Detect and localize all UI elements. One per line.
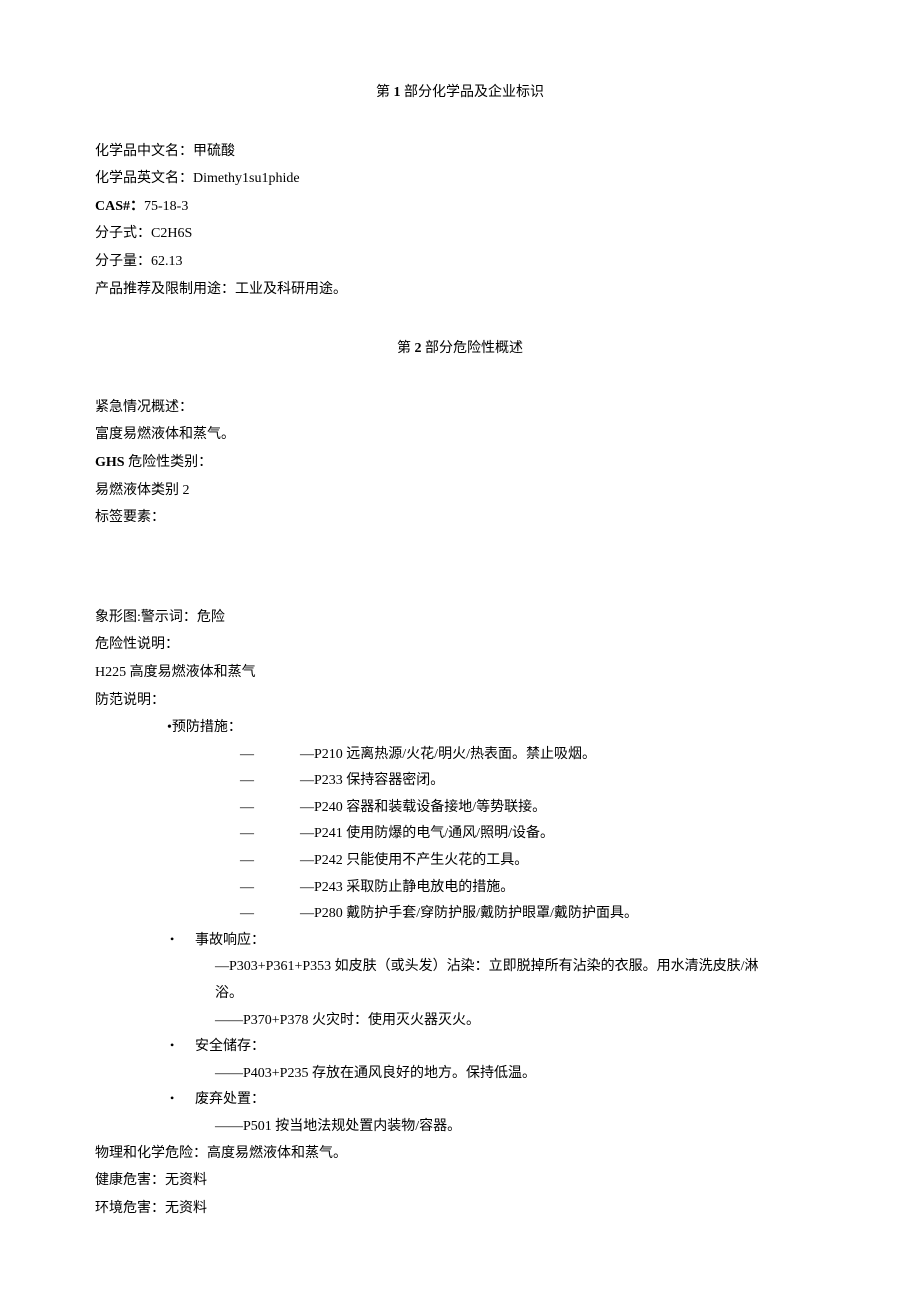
health-line: 健康危害：无资料 bbox=[95, 1168, 825, 1195]
weight-line: 分子量：62.13 bbox=[95, 249, 825, 276]
precaution-label-line: 防范说明： bbox=[95, 688, 825, 715]
p3-text: —P240 容器和装载设备接地/等势联接。 bbox=[300, 795, 546, 822]
signal-label: 警示词： bbox=[141, 610, 197, 625]
response-header: • 事故响应： bbox=[95, 928, 825, 955]
precaution-label: 防范说明： bbox=[95, 693, 165, 708]
section1-title: 第 1 部分化学品及企业标识 bbox=[95, 80, 825, 107]
weight-label: 分子量： bbox=[95, 254, 151, 269]
env-value: 无资料 bbox=[165, 1201, 207, 1216]
usage-value: 工业及科研用途。 bbox=[235, 282, 347, 297]
response-r2: ——P370+P378 火灾时：使用灭火器灭火。 bbox=[95, 1008, 825, 1035]
health-label: 健康危害： bbox=[95, 1173, 165, 1188]
prevention-p6: — —P243 采取防止静电放电的措施。 bbox=[95, 875, 825, 902]
ghs-label-line: GHS 危险性类别： bbox=[95, 450, 825, 477]
storage-value-line: ——P403+P235 存放在通风良好的地方。保持低温。 bbox=[95, 1061, 825, 1088]
response-label: 事故响应： bbox=[195, 928, 265, 955]
storage-value: ——P403+P235 存放在通风良好的地方。保持低温。 bbox=[215, 1066, 536, 1081]
storage-header: • 安全储存： bbox=[95, 1034, 825, 1061]
cn-name-label: 化学品中文名： bbox=[95, 144, 193, 159]
en-name-line: 化学品英文名：Dimethy1su1phide bbox=[95, 166, 825, 193]
r1-cont-text: 浴。 bbox=[215, 986, 243, 1001]
prevention-label: •预防措施： bbox=[167, 720, 242, 735]
signal-value: 危险 bbox=[197, 610, 225, 625]
hazard-value-line: H225 高度易燃液体和蒸气 bbox=[95, 660, 825, 687]
emergency-label-line: 紧急情况概述： bbox=[95, 395, 825, 422]
usage-label: 产品推荐及限制用途： bbox=[95, 282, 235, 297]
disposal-value-line: ——P501 按当地法规处置内装物/容器。 bbox=[95, 1114, 825, 1141]
s1-pre: 第 bbox=[376, 85, 394, 100]
p5-text: —P242 只能使用不产生火花的工具。 bbox=[300, 848, 528, 875]
disposal-value: ——P501 按当地法规处置内装物/容器。 bbox=[215, 1119, 461, 1134]
prevention-p1: — —P210 远离热源/火花/明火/热表面。禁止吸烟。 bbox=[95, 742, 825, 769]
cas-label: CAS#： bbox=[95, 199, 144, 214]
cn-name-value: 甲硫酸 bbox=[193, 144, 235, 159]
dash-icon: — bbox=[240, 795, 300, 822]
dash-icon: — bbox=[240, 742, 300, 769]
response-r1-cont: 浴。 bbox=[95, 981, 825, 1008]
en-name-label: 化学品英文名： bbox=[95, 171, 193, 186]
r1-text: —P303+P361+P353 如皮肤（或头发）沾染：立即脱掉所有沾染的衣服。用… bbox=[215, 959, 759, 974]
p4-text: —P241 使用防爆的电气/通风/照明/设备。 bbox=[300, 821, 554, 848]
formula-label: 分子式： bbox=[95, 226, 151, 241]
prevention-p4: — —P241 使用防爆的电气/通风/照明/设备。 bbox=[95, 821, 825, 848]
cas-line: CAS#：75-18-3 bbox=[95, 194, 825, 221]
ghs-label1: GHS bbox=[95, 455, 125, 470]
prevention-p3: — —P240 容器和装载设备接地/等势联接。 bbox=[95, 795, 825, 822]
s2-post: 部分危险性概述 bbox=[422, 341, 524, 356]
cas-value: 75-18-3 bbox=[144, 199, 188, 214]
weight-value: 62.13 bbox=[151, 254, 183, 269]
bullet-icon: • bbox=[170, 1087, 195, 1114]
formula-value: C2H6S bbox=[151, 226, 192, 241]
emergency-label: 紧急情况概述： bbox=[95, 400, 193, 415]
dash-icon: — bbox=[240, 875, 300, 902]
ghs-label2: 危险性类别： bbox=[125, 455, 213, 470]
bullet-icon: • bbox=[170, 1034, 195, 1061]
dash-icon: — bbox=[240, 821, 300, 848]
dash-icon: — bbox=[240, 901, 300, 928]
s1-num: 1 bbox=[394, 85, 401, 100]
prevention-header: •预防措施： bbox=[95, 715, 825, 742]
response-r1: —P303+P361+P353 如皮肤（或头发）沾染：立即脱掉所有沾染的衣服。用… bbox=[95, 954, 825, 981]
dash-icon: — bbox=[240, 848, 300, 875]
env-line: 环境危害：无资料 bbox=[95, 1196, 825, 1223]
p6-text: —P243 采取防止静电放电的措施。 bbox=[300, 875, 514, 902]
phys-line: 物理和化学危险：高度易燃液体和蒸气。 bbox=[95, 1141, 825, 1168]
prevention-p7: — —P280 戴防护手套/穿防护服/戴防护眼罩/戴防护面具。 bbox=[95, 901, 825, 928]
bullet-icon: • bbox=[170, 928, 195, 955]
health-value: 无资料 bbox=[165, 1173, 207, 1188]
s1-post: 部分化学品及企业标识 bbox=[401, 85, 545, 100]
r2-text: ——P370+P378 火灾时：使用灭火器灭火。 bbox=[215, 1013, 480, 1028]
phys-value: 高度易燃液体和蒸气。 bbox=[207, 1146, 347, 1161]
emergency-value-line: 富度易燃液体和蒸气。 bbox=[95, 422, 825, 449]
tag-label-line: 标签要素： bbox=[95, 505, 825, 532]
usage-line: 产品推荐及限制用途：工业及科研用途。 bbox=[95, 277, 825, 304]
disposal-header: • 废弃处置： bbox=[95, 1087, 825, 1114]
pictogram-label: 象形图: bbox=[95, 610, 141, 625]
formula-line: 分子式：C2H6S bbox=[95, 221, 825, 248]
prevention-p5: — —P242 只能使用不产生火花的工具。 bbox=[95, 848, 825, 875]
disposal-label: 废弃处置： bbox=[195, 1087, 265, 1114]
tag-label: 标签要素： bbox=[95, 510, 165, 525]
en-name-value: Dimethy1su1phide bbox=[193, 171, 300, 186]
env-label: 环境危害： bbox=[95, 1201, 165, 1216]
pictogram-line: 象形图:警示词：危险 bbox=[95, 605, 825, 632]
dash-icon: — bbox=[240, 768, 300, 795]
emergency-value: 富度易燃液体和蒸气。 bbox=[95, 427, 235, 442]
prevention-p2: — —P233 保持容器密闭。 bbox=[95, 768, 825, 795]
ghs-value-line: 易燃液体类别 2 bbox=[95, 478, 825, 505]
p2-text: —P233 保持容器密闭。 bbox=[300, 768, 444, 795]
s2-num: 2 bbox=[415, 341, 422, 356]
storage-label: 安全储存： bbox=[195, 1034, 265, 1061]
section2-title: 第 2 部分危险性概述 bbox=[95, 336, 825, 363]
ghs-value: 易燃液体类别 2 bbox=[95, 483, 190, 498]
p7-text: —P280 戴防护手套/穿防护服/戴防护眼罩/戴防护面具。 bbox=[300, 901, 638, 928]
hazard-value: H225 高度易燃液体和蒸气 bbox=[95, 665, 256, 680]
hazard-label-line: 危险性说明： bbox=[95, 632, 825, 659]
p1-text: —P210 远离热源/火花/明火/热表面。禁止吸烟。 bbox=[300, 742, 596, 769]
hazard-label: 危险性说明： bbox=[95, 637, 179, 652]
cn-name-line: 化学品中文名：甲硫酸 bbox=[95, 139, 825, 166]
phys-label: 物理和化学危险： bbox=[95, 1146, 207, 1161]
s2-pre: 第 bbox=[397, 341, 415, 356]
